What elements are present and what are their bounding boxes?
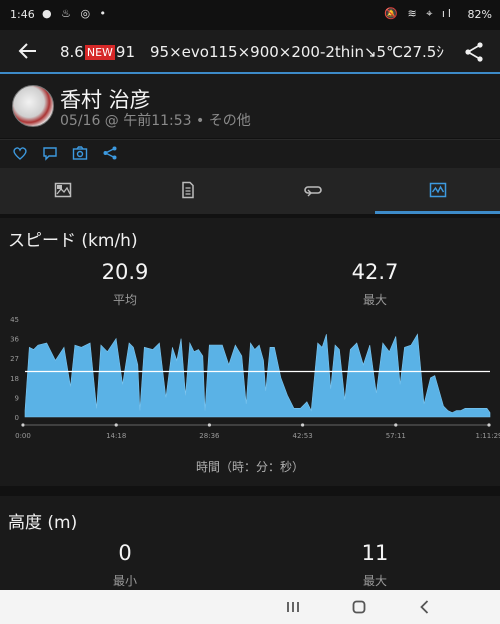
- camera-icon[interactable]: [72, 145, 88, 161]
- status-time: 1:46: [10, 8, 35, 21]
- x-tick-label: 0:00: [15, 432, 31, 440]
- tab-charts[interactable]: [375, 168, 500, 214]
- new-badge: NEW: [84, 45, 115, 60]
- y-tick-label: 18: [10, 375, 19, 383]
- x-tick-mark: [114, 423, 118, 427]
- speed-series-area: [24, 333, 491, 418]
- status-bar: 1:46 ● ♨ ◎ • 🔕 ≋ ⌖ ıl 82%: [0, 0, 500, 30]
- y-tick-label: 36: [10, 336, 19, 344]
- x-tick-mark: [207, 423, 211, 427]
- speed-title: スピード (km/h): [8, 231, 138, 251]
- activity-header: 香村 治彦 05/16 @ 午前11:53 • その他: [0, 74, 500, 138]
- y-tick-label: 9: [15, 394, 19, 402]
- share-icon[interactable]: [462, 40, 486, 64]
- x-tick-label: 1:11:29: [476, 432, 500, 440]
- y-tick-label: 0: [15, 414, 19, 422]
- speed-chart[interactable]: 0 9 18 27 36 45 0:00 14:18 28:36 42:53 57:11 1:11:2…: [0, 310, 500, 445]
- max-altitude-value: 11: [361, 541, 389, 565]
- recents-icon[interactable]: [282, 596, 304, 618]
- title-suffix: 91 95×evo115×900×200-2thin↘5℃27.5ｼﾞ143ｼﾞ: [115, 43, 444, 61]
- tab-details[interactable]: [125, 168, 250, 214]
- tab-map[interactable]: [0, 168, 125, 214]
- x-tick-mark: [21, 423, 25, 427]
- avatar[interactable]: [12, 85, 54, 127]
- x-tick-label: 28:36: [199, 432, 220, 440]
- x-tick-label: 42:53: [293, 432, 313, 440]
- title-prefix: 8.6: [60, 43, 84, 61]
- x-tick-label: 57:11: [386, 432, 406, 440]
- heart-icon[interactable]: [12, 145, 28, 161]
- min-altitude-value: 0: [118, 541, 132, 565]
- system-nav-bar: [0, 590, 500, 624]
- x-tick-mark: [394, 423, 398, 427]
- activity-meta: 05/16 @ 午前11:53 • その他: [60, 113, 251, 129]
- chart-icon: [429, 182, 447, 198]
- altitude-title: 高度 (m): [8, 513, 78, 533]
- arrow-left-icon[interactable]: [16, 39, 40, 63]
- speed-card: スピード (km/h) 20.9 平均 42.7 最大 0 9 18 27 36 45 0:…: [0, 218, 500, 486]
- altitude-card: 高度 (m) 0 最小 11 最大: [0, 496, 500, 592]
- laps-icon: [304, 186, 322, 197]
- x-tick-mark: [301, 423, 305, 427]
- status-system-icons: 🔕 ≋ ⌖ ıl: [384, 7, 454, 20]
- avg-speed-value: 20.9: [101, 260, 149, 284]
- chart-x-label: 時間（時：分：秒）: [195, 460, 304, 474]
- document-icon: [182, 181, 194, 199]
- comment-icon[interactable]: [42, 145, 58, 161]
- back-icon[interactable]: [414, 596, 436, 618]
- status-notification-icons: ● ♨ ◎ •: [42, 7, 110, 20]
- max-speed-value: 42.7: [351, 260, 399, 284]
- tab-laps[interactable]: [250, 168, 375, 214]
- home-icon[interactable]: [348, 596, 370, 618]
- battery-level: 82%: [467, 8, 492, 21]
- avg-speed-label: 平均: [112, 293, 137, 307]
- x-tick-label: 14:18: [106, 432, 126, 440]
- action-row: [0, 139, 500, 168]
- max-altitude-label: 最大: [362, 574, 387, 588]
- map-icon: [54, 182, 72, 198]
- x-tick-mark: [487, 423, 491, 427]
- y-tick-label: 27: [10, 355, 19, 363]
- activity-title: 8.6 NEW 91 95×evo115×900×200-2thin↘5℃27.5ｼ…: [60, 41, 444, 62]
- y-tick-label: 45: [10, 316, 19, 324]
- min-altitude-label: 最小: [112, 574, 137, 588]
- tab-bar: [0, 168, 500, 214]
- max-speed-label: 最大: [362, 293, 387, 307]
- app-bar: 8.6 NEW 91 95×evo115×900×200-2thin↘5℃27.5ｼ…: [0, 30, 500, 74]
- share-icon[interactable]: [102, 145, 118, 161]
